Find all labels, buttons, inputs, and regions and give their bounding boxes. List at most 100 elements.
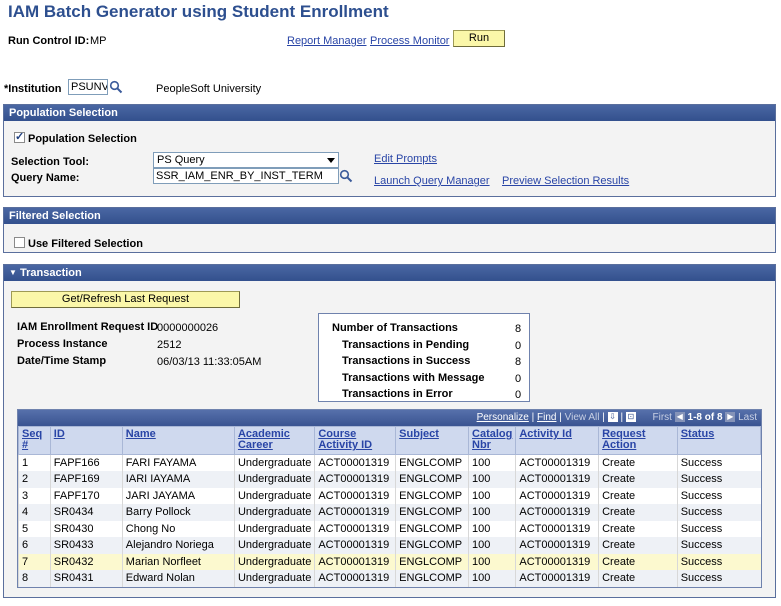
institution-input[interactable]: PSUNV: [68, 79, 108, 95]
last-link[interactable]: Last: [738, 412, 757, 423]
table-row[interactable]: 4 SR0434 Barry Pollock Undergraduate ACT0000…: [18, 504, 761, 521]
count-message-label: Transactions with Message: [342, 372, 485, 384]
cell-request-action: Create: [598, 454, 678, 471]
cell-catalog-nbr: 100: [468, 487, 516, 504]
count-pending-value: 0: [515, 340, 522, 352]
col-header-activity-id[interactable]: Activity Id: [515, 426, 600, 455]
cell-id: SR0432: [49, 553, 123, 570]
cell-request-action: Create: [598, 570, 678, 587]
col-header-subject[interactable]: Subject: [395, 426, 470, 455]
cell-academic-career: Undergraduate: [233, 570, 315, 587]
cell-name: Edward Nolan: [121, 570, 235, 587]
table-row[interactable]: 3 FAPF170 JARI JAYAMA Undergraduate ACT00001…: [18, 487, 761, 504]
cell-course-activity-id: ACT00001319: [314, 537, 396, 554]
cell-activity-id: ACT00001319: [515, 454, 599, 471]
cell-seq: 6: [18, 537, 51, 554]
report-manager-link[interactable]: Report Manager: [287, 35, 367, 47]
cell-name: Barry Pollock: [121, 504, 235, 521]
cell-status: Success: [676, 537, 761, 554]
cell-seq: 7: [18, 553, 51, 570]
cell-subject: ENGLCOMP: [395, 520, 469, 537]
cell-catalog-nbr: 100: [468, 471, 516, 488]
count-total-label: Number of Transactions: [332, 322, 458, 334]
col-header-name[interactable]: Name: [121, 426, 235, 455]
cell-activity-id: ACT00001319: [515, 570, 599, 587]
query-name-label: Query Name:: [11, 172, 80, 184]
next-arrow-icon[interactable]: ▶: [725, 412, 736, 423]
table-row[interactable]: 6 SR0433 Alejandro Noriega Undergraduate ACT…: [18, 537, 761, 554]
population-selection-checkbox[interactable]: [14, 130, 25, 143]
view-all-link[interactable]: View All: [565, 412, 600, 423]
run-control-label: Run Control ID:: [8, 35, 90, 47]
count-success-value: 8: [515, 356, 522, 368]
cell-activity-id: ACT00001319: [515, 537, 599, 554]
table-row[interactable]: 7 SR0432 Marian Norfleet Undergraduate ACT00…: [18, 553, 761, 570]
process-monitor-link[interactable]: Process Monitor: [370, 35, 449, 47]
run-button[interactable]: Run: [453, 30, 505, 47]
edit-prompts-link[interactable]: Edit Prompts: [374, 153, 437, 165]
page-title: IAM Batch Generator using Student Enroll…: [8, 2, 389, 21]
col-header-academic-career[interactable]: Academic Career: [233, 426, 316, 455]
get-refresh-last-request-button[interactable]: Get/Refresh Last Request: [11, 291, 240, 308]
cell-seq: 1: [18, 454, 51, 471]
separator: |: [602, 412, 605, 423]
cell-academic-career: Undergraduate: [233, 471, 315, 488]
table-row[interactable]: 2 FAPF169 IARI IAYAMA Undergraduate ACT00001…: [18, 471, 761, 488]
cell-status: Success: [676, 520, 761, 537]
col-header-status[interactable]: Status: [676, 426, 762, 455]
transaction-header[interactable]: ▼ Transaction: [4, 265, 775, 281]
find-link[interactable]: Find: [537, 412, 556, 423]
cell-course-activity-id: ACT00001319: [314, 570, 396, 587]
cell-catalog-nbr: 100: [468, 537, 516, 554]
col-header-catalog-nbr[interactable]: Catalog Nbr: [468, 426, 517, 455]
population-selection-checkbox-label: Population Selection: [28, 133, 137, 145]
cell-id: SR0434: [49, 504, 123, 521]
table-row[interactable]: 1 FAPF166 FARI FAYAMA Undergraduate ACT00001…: [18, 454, 761, 471]
cell-seq: 5: [18, 520, 51, 537]
request-id-value: 0000000026: [157, 322, 219, 334]
institution-lookup-icon[interactable]: [109, 80, 123, 94]
institution-label: *Institution: [4, 83, 62, 95]
cell-seq: 4: [18, 504, 51, 521]
process-instance-label: Process Instance: [17, 338, 108, 350]
separator: |: [559, 412, 562, 423]
preview-selection-results-link[interactable]: Preview Selection Results: [502, 175, 629, 187]
personalize-link[interactable]: Personalize: [477, 412, 529, 423]
table-row[interactable]: 5 SR0430 Chong No Undergraduate ACT00001319 E…: [18, 520, 761, 537]
zoom-icon[interactable]: ⊡: [625, 412, 636, 423]
col-header-request-action[interactable]: Request Action: [598, 426, 678, 455]
selection-tool-dropdown[interactable]: PS Query: [153, 152, 339, 168]
use-filtered-selection-checkbox[interactable]: [14, 237, 25, 248]
col-header-course-activity-id[interactable]: Course Activity ID: [314, 426, 397, 455]
count-message-value: 0: [515, 373, 522, 385]
first-link[interactable]: First: [653, 412, 672, 423]
run-control-value: MP: [90, 35, 107, 47]
query-name-input[interactable]: SSR_IAM_ENR_BY_INST_TERM: [153, 168, 339, 184]
cell-id: FAPF170: [49, 487, 123, 504]
cell-activity-id: ACT00001319: [515, 504, 599, 521]
cell-status: Success: [676, 454, 761, 471]
selection-tool-label: Selection Tool:: [11, 156, 90, 168]
cell-name: IARI IAYAMA: [121, 471, 235, 488]
population-selection-header: Population Selection: [4, 105, 775, 121]
cell-subject: ENGLCOMP: [395, 537, 469, 554]
cell-course-activity-id: ACT00001319: [314, 520, 396, 537]
download-icon[interactable]: ⇩: [607, 412, 618, 423]
launch-query-manager-link[interactable]: Launch Query Manager: [374, 175, 490, 187]
separator: |: [620, 412, 624, 423]
col-header-id[interactable]: ID: [49, 426, 123, 455]
query-lookup-icon[interactable]: [339, 169, 353, 183]
cell-academic-career: Undergraduate: [233, 454, 315, 471]
cell-catalog-nbr: 100: [468, 520, 516, 537]
cell-request-action: Create: [598, 504, 678, 521]
cell-request-action: Create: [598, 520, 678, 537]
table-row[interactable]: 8 SR0431 Edward Nolan Undergraduate ACT00001…: [18, 570, 761, 587]
institution-description: PeopleSoft University: [156, 83, 262, 95]
col-header-seq[interactable]: Seq #: [18, 426, 51, 455]
transaction-counts-box: Number of Transactions 8 Transactions in…: [318, 313, 530, 402]
transaction-header-label: Transaction: [19, 267, 82, 279]
row-range: 1-8 of 8: [687, 412, 723, 423]
separator: |: [531, 412, 535, 423]
previous-arrow-icon[interactable]: ◀: [674, 412, 685, 423]
datetime-stamp-value: 06/03/13 11:33:05AM: [157, 356, 262, 368]
